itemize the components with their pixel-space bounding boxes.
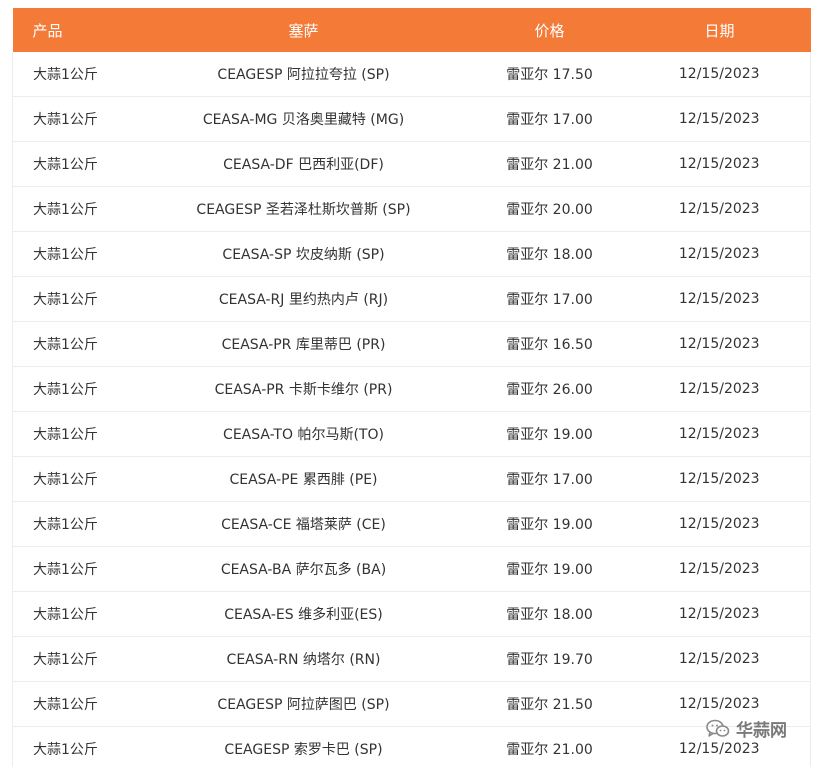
cell-product: 大蒜1公斤 xyxy=(12,231,137,277)
price-table-container: 产品 塞萨 价格 日期 大蒜1公斤 CEAGESP 阿拉拉夸拉 (SP) 雷亚尔 1… xyxy=(12,8,811,767)
cell-price: 雷亚尔 20.00 xyxy=(470,186,629,232)
cell-date: 12/15/2023 xyxy=(628,591,811,637)
table-row: 大蒜1公斤 CEAGESP 阿拉萨图巴 (SP) 雷亚尔 21.50 12/15/20… xyxy=(12,681,811,727)
table-row: 大蒜1公斤 CEASA-DF 巴西利亚(DF) 雷亚尔 21.00 12/15/202… xyxy=(12,141,811,187)
cell-product: 大蒜1公斤 xyxy=(12,591,137,637)
cell-date: 12/15/2023 xyxy=(628,366,811,412)
cell-ceasa: CEASA-ES 维多利亚(ES) xyxy=(136,591,471,637)
cell-price: 雷亚尔 17.00 xyxy=(470,96,629,142)
cell-price: 雷亚尔 19.70 xyxy=(470,636,629,682)
cell-price: 雷亚尔 19.00 xyxy=(470,501,629,547)
cell-date: 12/15/2023 xyxy=(628,52,811,97)
header-date: 日期 xyxy=(704,21,735,40)
table-body: 大蒜1公斤 CEAGESP 阿拉拉夸拉 (SP) 雷亚尔 17.50 12/15/20… xyxy=(12,52,811,767)
cell-ceasa: CEASA-RJ 里约热内卢 (RJ) xyxy=(136,276,471,322)
cell-ceasa: CEASA-TO 帕尔马斯(TO) xyxy=(136,411,471,457)
cell-price: 雷亚尔 16.50 xyxy=(470,321,629,367)
cell-price: 雷亚尔 21.00 xyxy=(470,726,629,767)
table-row: 大蒜1公斤 CEASA-TO 帕尔马斯(TO) 雷亚尔 19.00 12/15/202… xyxy=(12,411,811,457)
cell-ceasa: CEASA-RN 纳塔尔 (RN) xyxy=(136,636,471,682)
cell-ceasa: CEASA-PR 卡斯卡维尔 (PR) xyxy=(136,366,471,412)
cell-date: 12/15/2023 xyxy=(628,636,811,682)
cell-product: 大蒜1公斤 xyxy=(12,276,137,322)
header-row: 产品 塞萨 价格 日期 xyxy=(12,8,811,52)
watermark: 华蒜网 xyxy=(706,716,787,741)
cell-price: 雷亚尔 18.00 xyxy=(470,591,629,637)
table-header: 产品 塞萨 价格 日期 xyxy=(12,8,811,52)
table-row: 大蒜1公斤 CEASA-PE 累西腓 (PE) 雷亚尔 17.00 12/15/202… xyxy=(12,456,811,502)
cell-ceasa: CEAGESP 索罗卡巴 (SP) xyxy=(136,726,471,767)
cell-price: 雷亚尔 21.00 xyxy=(470,141,629,187)
cell-date: 12/15/2023 xyxy=(628,276,811,322)
table-row: 大蒜1公斤 CEAGESP 索罗卡巴 (SP) 雷亚尔 21.00 12/15/202… xyxy=(12,726,811,767)
cell-date: 12/15/2023 xyxy=(628,141,811,187)
cell-ceasa: CEAGESP 阿拉拉夸拉 (SP) xyxy=(136,52,471,97)
cell-product: 大蒜1公斤 xyxy=(12,546,137,592)
table-row: 大蒜1公斤 CEASA-SP 坎皮纳斯 (SP) 雷亚尔 18.00 12/15/20… xyxy=(12,231,811,277)
cell-product: 大蒜1公斤 xyxy=(12,456,137,502)
cell-ceasa: CEASA-SP 坎皮纳斯 (SP) xyxy=(136,231,471,277)
cell-date: 12/15/2023 xyxy=(628,231,811,277)
cell-date: 12/15/2023 xyxy=(628,321,811,367)
cell-date: 12/15/2023 xyxy=(628,501,811,547)
table-row: 大蒜1公斤 CEASA-PR 库里蒂巴 (PR) 雷亚尔 16.50 12/15/20… xyxy=(12,321,811,367)
cell-product: 大蒜1公斤 xyxy=(12,96,137,142)
cell-price: 雷亚尔 18.00 xyxy=(470,231,629,277)
table-row: 大蒜1公斤 CEASA-CE 福塔莱萨 (CE) 雷亚尔 19.00 12/15/20… xyxy=(12,501,811,547)
cell-price: 雷亚尔 21.50 xyxy=(470,681,629,727)
table-row: 大蒜1公斤 CEASA-RN 纳塔尔 (RN) 雷亚尔 19.70 12/15/202… xyxy=(12,636,811,682)
cell-date: 12/15/2023 xyxy=(628,456,811,502)
cell-product: 大蒜1公斤 xyxy=(12,726,137,767)
cell-product: 大蒜1公斤 xyxy=(12,636,137,682)
cell-date: 12/15/2023 xyxy=(628,546,811,592)
cell-price: 雷亚尔 17.50 xyxy=(470,52,629,97)
table-row: 大蒜1公斤 CEASA-MG 贝洛奥里藏特 (MG) 雷亚尔 17.00 12/15/… xyxy=(12,96,811,142)
cell-price: 雷亚尔 26.00 xyxy=(470,366,629,412)
cell-ceasa: CEASA-PE 累西腓 (PE) xyxy=(136,456,471,502)
cell-ceasa: CEAGESP 圣若泽杜斯坎普斯 (SP) xyxy=(136,186,471,232)
price-table: 产品 塞萨 价格 日期 大蒜1公斤 CEAGESP 阿拉拉夸拉 (SP) 雷亚尔 1… xyxy=(12,8,811,767)
cell-price: 雷亚尔 17.00 xyxy=(470,456,629,502)
table-row: 大蒜1公斤 CEASA-PR 卡斯卡维尔 (PR) 雷亚尔 26.00 12/15/2… xyxy=(12,366,811,412)
cell-ceasa: CEASA-PR 库里蒂巴 (PR) xyxy=(136,321,471,367)
cell-price: 雷亚尔 19.00 xyxy=(470,411,629,457)
cell-product: 大蒜1公斤 xyxy=(12,52,137,97)
table-row: 大蒜1公斤 CEAGESP 阿拉拉夸拉 (SP) 雷亚尔 17.50 12/15/20… xyxy=(12,52,811,97)
cell-ceasa: CEASA-MG 贝洛奥里藏特 (MG) xyxy=(136,96,471,142)
watermark-text: 华蒜网 xyxy=(736,721,787,741)
table-row: 大蒜1公斤 CEAGESP 圣若泽杜斯坎普斯 (SP) 雷亚尔 20.00 12/15… xyxy=(12,186,811,232)
cell-product: 大蒜1公斤 xyxy=(12,681,137,727)
cell-product: 大蒜1公斤 xyxy=(12,366,137,412)
header-ceasa: 塞萨 xyxy=(288,21,319,40)
table-row: 大蒜1公斤 CEASA-BA 萨尔瓦多 (BA) 雷亚尔 19.00 12/15/20… xyxy=(12,546,811,592)
table-row: 大蒜1公斤 CEASA-RJ 里约热内卢 (RJ) 雷亚尔 17.00 12/15/2… xyxy=(12,276,811,322)
cell-date: 12/15/2023 xyxy=(628,411,811,457)
cell-product: 大蒜1公斤 xyxy=(12,501,137,547)
cell-date: 12/15/2023 xyxy=(628,96,811,142)
header-product: 产品 xyxy=(32,21,63,40)
cell-ceasa: CEASA-DF 巴西利亚(DF) xyxy=(136,141,471,187)
cell-product: 大蒜1公斤 xyxy=(12,186,137,232)
cell-price: 雷亚尔 19.00 xyxy=(470,546,629,592)
cell-ceasa: CEAGESP 阿拉萨图巴 (SP) xyxy=(136,681,471,727)
cell-product: 大蒜1公斤 xyxy=(12,321,137,367)
cell-product: 大蒜1公斤 xyxy=(12,411,137,457)
cell-price: 雷亚尔 17.00 xyxy=(470,276,629,322)
cell-ceasa: CEASA-CE 福塔莱萨 (CE) xyxy=(136,501,471,547)
cell-product: 大蒜1公斤 xyxy=(12,141,137,187)
header-price: 价格 xyxy=(534,21,565,40)
cell-date: 12/15/2023 xyxy=(628,186,811,232)
wechat-icon xyxy=(706,719,730,737)
table-row: 大蒜1公斤 CEASA-ES 维多利亚(ES) 雷亚尔 18.00 12/15/202… xyxy=(12,591,811,637)
cell-ceasa: CEASA-BA 萨尔瓦多 (BA) xyxy=(136,546,471,592)
